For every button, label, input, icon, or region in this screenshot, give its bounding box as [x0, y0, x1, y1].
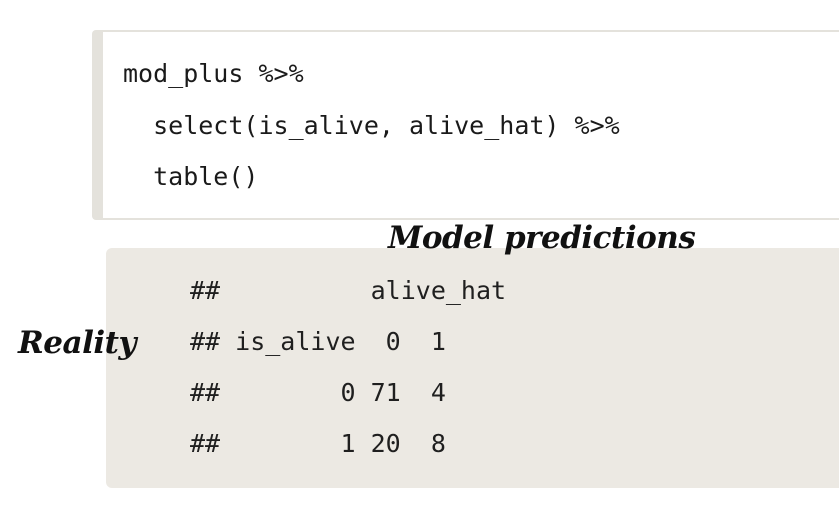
output-line: ## 0 71 4 [190, 378, 446, 407]
output-line: ## is_alive 0 1 [190, 327, 446, 356]
model-predictions-annotation: Model predictions [388, 220, 696, 256]
output-block: ## alive_hat ## is_alive 0 1 ## 0 71 4 #… [106, 248, 839, 488]
code-line: table() [123, 162, 259, 191]
code-line: select(is_alive, alive_hat) %>% [123, 111, 620, 140]
reality-annotation: Reality [18, 325, 136, 361]
code-block: mod_plus %>% select(is_alive, alive_hat)… [92, 30, 839, 220]
output-line: ## alive_hat [190, 276, 507, 305]
output-line: ## 1 20 8 [190, 429, 446, 458]
code-line: mod_plus %>% [123, 59, 304, 88]
